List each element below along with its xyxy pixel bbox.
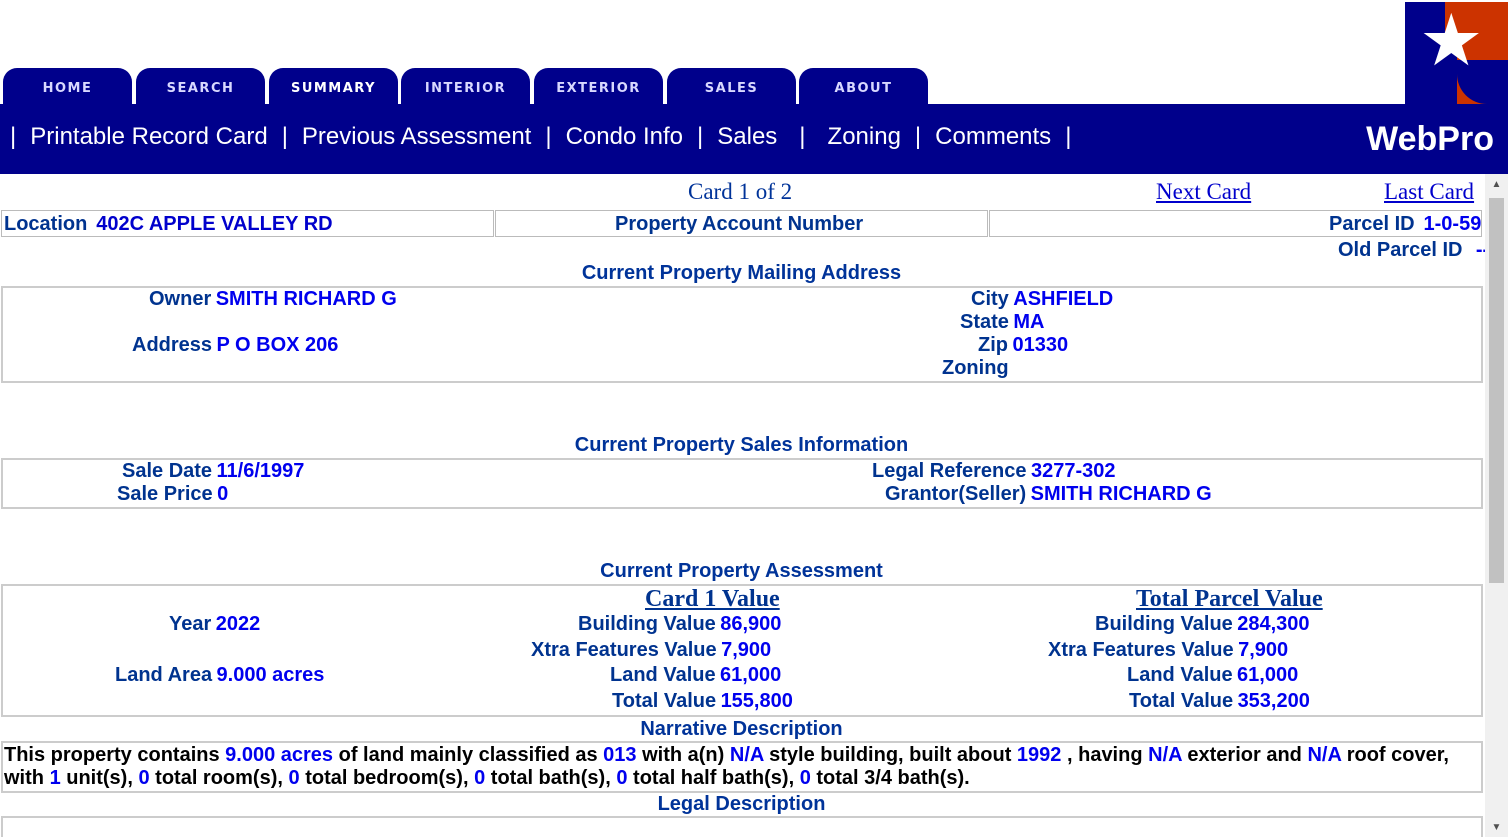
narrative-text: This property contains 9.000 acres of la… <box>4 744 1449 789</box>
zip-label: Zip <box>978 334 1008 356</box>
tab-interior[interactable]: INTERIOR <box>401 68 530 104</box>
state-label: State <box>960 311 1009 333</box>
card-land-label: Land Value <box>610 664 716 686</box>
nav-separator: | <box>10 123 17 150</box>
tab-sales[interactable]: SALES <box>667 68 796 104</box>
parcel-building-label: Building Value <box>1095 613 1233 635</box>
parcel-id-label: Parcel ID <box>1329 213 1415 235</box>
sale-price-label: Sale Price <box>117 483 213 505</box>
account-label: Property Account Number <box>615 213 864 235</box>
last-card-link[interactable]: Last Card <box>1384 179 1474 205</box>
nav-separator: | <box>281 123 288 150</box>
parcel-building-value: 284,300 <box>1237 613 1310 635</box>
card-building-label: Building Value <box>578 613 716 635</box>
total-parcel-value-heading: Total Parcel Value <box>1136 586 1323 612</box>
mailing-section-title: Current Property Mailing Address <box>581 262 902 284</box>
logo: ★ <box>1405 2 1508 104</box>
parcel-total-value: 353,200 <box>1237 690 1310 712</box>
owner-value: SMITH RICHARD G <box>215 288 397 310</box>
parcel-land-label: Land Value <box>1127 664 1233 686</box>
card-land-value: 61,000 <box>720 664 782 686</box>
parcel-id-value: 1-0-59 <box>1423 213 1482 235</box>
old-parcel-id-value: -- <box>1475 239 1485 261</box>
nav-separator: | <box>799 123 806 150</box>
scroll-up-arrow-icon[interactable]: ▲ <box>1485 176 1508 194</box>
tab-about[interactable]: ABOUT <box>799 68 928 104</box>
card-building-value: 86,900 <box>720 613 782 635</box>
next-card-link[interactable]: Next Card <box>1156 179 1251 205</box>
nav-separator: | <box>545 123 552 150</box>
printable-record-card-link[interactable]: Printable Record Card <box>30 123 267 150</box>
sale-date-value: 11/6/1997 <box>216 460 305 482</box>
top-tab-bar: HOME SEARCH SUMMARY INTERIOR EXTERIOR SA… <box>0 0 1508 104</box>
legal-reference-label: Legal Reference <box>872 460 1027 482</box>
scroll-down-arrow-icon[interactable]: ▼ <box>1485 819 1508 837</box>
city-label: City <box>971 288 1009 310</box>
legal-section-title: Legal Description <box>657 793 826 815</box>
nav-separator: | <box>914 123 922 150</box>
parcel-xtra-label: Xtra Features Value <box>1048 639 1234 661</box>
land-area-label: Land Area <box>115 664 213 686</box>
city-value: ASHFIELD <box>1013 288 1114 310</box>
comments-link[interactable]: Comments <box>935 123 1051 150</box>
nav-separator: | <box>1065 123 1072 150</box>
narrative-section-title: Narrative Description <box>640 718 843 740</box>
grantor-value: SMITH RICHARD G <box>1030 483 1212 505</box>
grantor-label: Grantor(Seller) <box>885 483 1027 505</box>
previous-assessment-link[interactable]: Previous Assessment <box>302 123 531 150</box>
tab-home[interactable]: HOME <box>3 68 132 104</box>
location-value: 402C APPLE VALLEY RD <box>96 213 333 235</box>
star-icon: ★ <box>1419 2 1484 81</box>
card-xtra-label: Xtra Features Value <box>531 639 717 661</box>
tab-summary[interactable]: SUMMARY <box>269 68 398 104</box>
location-label: Location <box>4 213 88 235</box>
card-total-label: Total Value <box>612 690 717 712</box>
parcel-total-label: Total Value <box>1129 690 1234 712</box>
condo-info-link[interactable]: Condo Info <box>566 123 683 150</box>
assessment-section-title: Current Property Assessment <box>600 560 883 582</box>
sales-link[interactable]: Sales <box>717 123 777 150</box>
nav-separator: | <box>697 123 704 150</box>
card-indicator: Card 1 of 2 <box>688 179 793 204</box>
parcel-xtra-value: 7,900 <box>1238 639 1289 661</box>
sale-date-label: Sale Date <box>122 460 213 482</box>
scroll-thumb[interactable] <box>1489 198 1504 583</box>
main-content: Card 1 of 2 Next Card Last Card Location… <box>0 174 1485 837</box>
zoning-link[interactable]: Zoning <box>828 123 901 150</box>
brand-title: WebPro <box>1366 120 1494 158</box>
year-label: Year <box>169 613 212 635</box>
vertical-scrollbar[interactable]: ▲ ▼ <box>1485 174 1508 837</box>
address-label: Address <box>132 334 213 356</box>
sales-section-title: Current Property Sales Information <box>574 434 909 456</box>
owner-label: Owner <box>149 288 212 310</box>
address-value: P O BOX 206 <box>216 334 339 356</box>
sale-price-value: 0 <box>217 483 229 505</box>
state-value: MA <box>1013 311 1045 333</box>
card-xtra-value: 7,900 <box>721 639 772 661</box>
tab-exterior[interactable]: EXTERIOR <box>534 68 663 104</box>
year-value: 2022 <box>215 613 261 635</box>
nav-bar: | Printable Record Card | Previous Assessme… <box>0 104 1508 174</box>
card-total-value: 155,800 <box>720 690 793 712</box>
land-area-value: 9.000 acres <box>216 664 325 686</box>
old-parcel-id-label: Old Parcel ID <box>1338 239 1463 261</box>
zip-value: 01330 <box>1012 334 1069 356</box>
zoning-label: Zoning <box>942 357 1009 379</box>
legal-box <box>1 816 1483 837</box>
tab-search[interactable]: SEARCH <box>136 68 265 104</box>
parcel-land-value: 61,000 <box>1237 664 1299 686</box>
card-value-heading: Card 1 Value <box>645 586 780 612</box>
legal-reference-value: 3277-302 <box>1030 460 1116 482</box>
